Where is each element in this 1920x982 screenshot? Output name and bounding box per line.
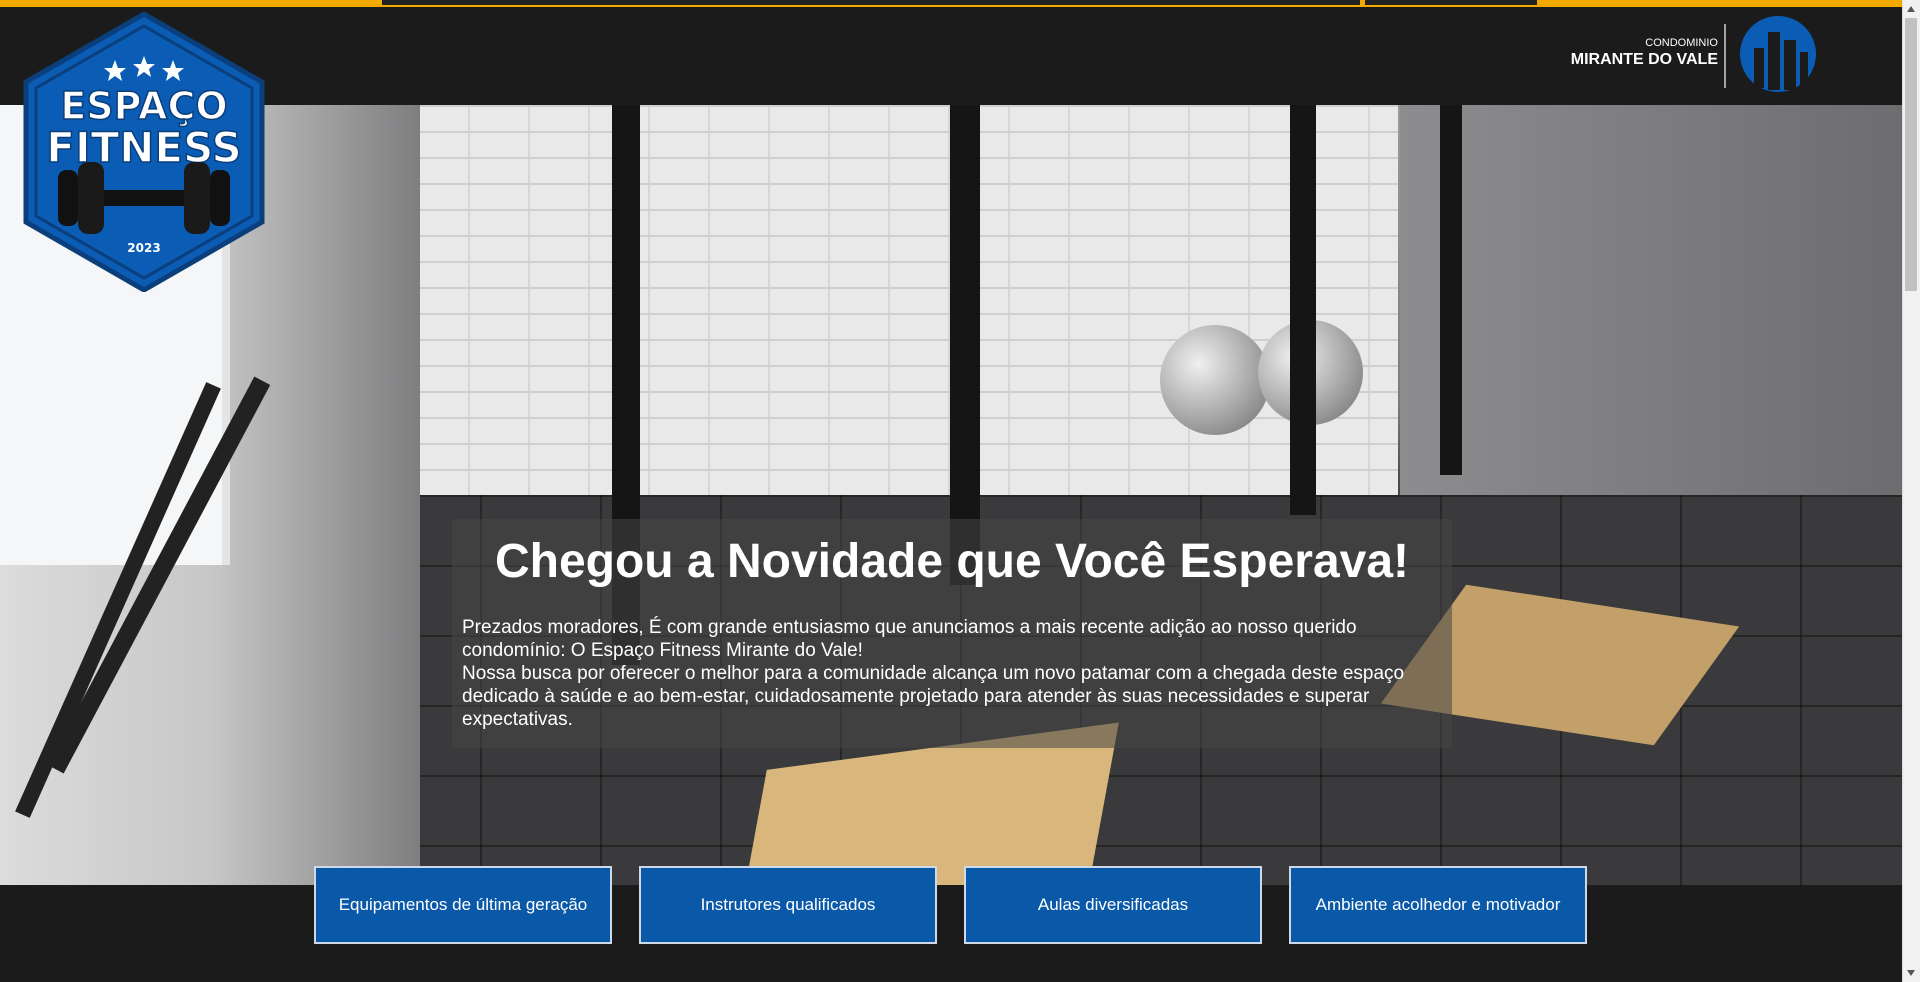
hero-exercise-ball xyxy=(1160,325,1270,435)
features-bar xyxy=(0,885,1902,982)
hero-description: Prezados moradores, É com grande entusia… xyxy=(462,616,1442,731)
logo-line2: FITNESS xyxy=(46,123,241,172)
top-bar-segment xyxy=(1365,0,1537,5)
top-bar-segment xyxy=(382,0,1360,5)
feature-ambiente-button[interactable]: Ambiente acolhedor e motivador xyxy=(1289,866,1587,944)
logo-line1: ESPAÇO xyxy=(60,84,227,128)
hero-rack-post xyxy=(950,105,980,585)
hero-back-wall xyxy=(1400,105,1902,525)
hero-rack-post xyxy=(1290,105,1316,515)
scrollbar-thumb[interactable] xyxy=(1905,18,1917,291)
buildings-icon xyxy=(1740,16,1816,92)
hero-paragraph: Prezados moradores, É com grande entusia… xyxy=(462,617,1357,661)
feature-instrutores-button[interactable]: Instrutores qualificados xyxy=(639,866,937,944)
feature-aulas-button[interactable]: Aulas diversificadas xyxy=(964,866,1262,944)
logo-right-big: MIRANTE DO VALE xyxy=(1571,51,1719,68)
logo-right-small: CONDOMINIO xyxy=(1645,37,1718,49)
feature-equipamentos-button[interactable]: Equipamentos de última geração xyxy=(314,866,612,944)
scroll-down-arrow-icon[interactable] xyxy=(1906,968,1916,978)
hero-section xyxy=(0,105,1902,885)
logo-year: 2023 xyxy=(127,241,160,255)
top-accent-bar xyxy=(0,0,1920,7)
hero-rack-post xyxy=(1440,105,1462,475)
espaco-fitness-logo[interactable]: ESPAÇO FITNESS 2023 xyxy=(20,12,268,292)
scroll-up-arrow-icon[interactable] xyxy=(1906,4,1916,14)
hero-paragraph: Nossa busca por oferecer o melhor para a… xyxy=(462,663,1405,730)
hero-brick-wall xyxy=(408,105,1398,495)
mirante-do-vale-logo[interactable]: CONDOMINIO MIRANTE DO VALE xyxy=(1570,14,1830,100)
hero-title: Chegou a Novidade que Você Esperava! xyxy=(494,535,1410,588)
